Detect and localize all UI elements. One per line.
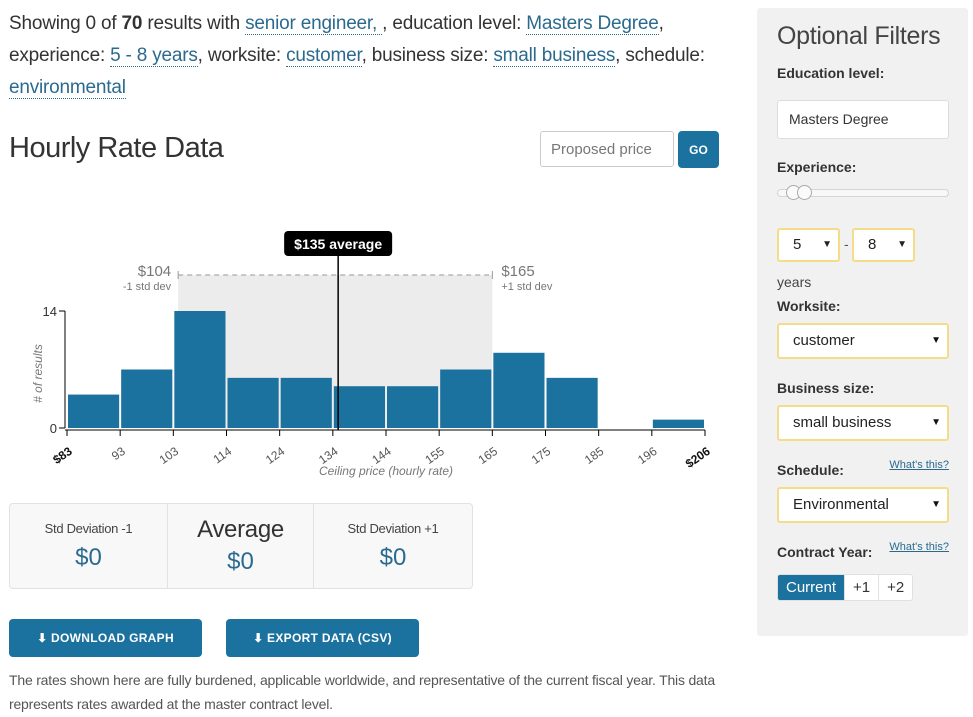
- optional-filters-sidebar: Optional Filters Education level: Master…: [757, 8, 968, 636]
- y-tick-label: 14: [43, 304, 57, 319]
- histogram-bar: [652, 419, 704, 428]
- experience-slider-max-handle[interactable]: [797, 185, 812, 200]
- stat-value: $0: [227, 548, 254, 575]
- sidebar-title: Optional Filters: [777, 22, 941, 50]
- x-tick-label: 165: [476, 444, 501, 467]
- schedule-select[interactable]: Environmental ▼: [777, 487, 949, 523]
- histogram-chart: $104 -1 std dev $165 +1 std dev 0 14 $83 9…: [31, 231, 713, 478]
- filter-link-business-size[interactable]: small business: [493, 45, 615, 67]
- worksite-label: Worksite:: [777, 298, 841, 314]
- filter-link-worksite[interactable]: customer: [286, 45, 362, 67]
- results-summary: Showing 0 of 70 results with senior engi…: [9, 13, 705, 99]
- experience-min-select[interactable]: 5 ▼: [777, 228, 840, 262]
- x-tick-label: 185: [582, 444, 607, 467]
- y-tick-label: 0: [50, 421, 57, 436]
- business-size-select[interactable]: small business ▼: [777, 405, 949, 441]
- contract-year-toggle: Current +1 +2: [777, 574, 914, 601]
- filter-link-education[interactable]: Masters Degree: [526, 13, 659, 35]
- contract-year-plus-1[interactable]: +1: [845, 575, 880, 600]
- results-total: 70: [121, 13, 143, 34]
- x-axis-label: Ceiling price (hourly rate): [319, 464, 453, 478]
- x-tick-label: 93: [109, 444, 128, 463]
- education-label: Education level:: [777, 65, 885, 81]
- average-badge-label: $135 average: [294, 236, 382, 252]
- contract-year-whats-this-link[interactable]: What's this?: [889, 541, 949, 553]
- contract-year-plus-2[interactable]: +2: [879, 575, 913, 600]
- chevron-down-icon: ▼: [931, 335, 941, 346]
- histogram-bar: [546, 377, 598, 428]
- download-graph-button[interactable]: ⬇ DOWNLOAD GRAPH: [9, 619, 202, 657]
- x-tick-label: 124: [263, 444, 288, 467]
- chevron-down-icon: ▼: [897, 239, 907, 250]
- filter-link-schedule[interactable]: environmental: [9, 77, 126, 99]
- worksite-select[interactable]: customer ▼: [777, 323, 949, 359]
- histogram-bar: [280, 377, 332, 428]
- filter-link-experience[interactable]: 5 - 8 years: [110, 45, 198, 67]
- chevron-down-icon: ▼: [931, 417, 941, 428]
- years-label: years: [777, 274, 812, 290]
- stat-value: $0: [75, 543, 102, 571]
- schedule-whats-this-link[interactable]: What's this?: [889, 459, 949, 471]
- business-size-label: Business size:: [777, 380, 875, 396]
- filter-link-query[interactable]: senior engineer,: [245, 13, 383, 35]
- histogram-bar: [493, 352, 545, 428]
- y-axis-label: # of results: [31, 344, 45, 403]
- x-tick-label: 196: [635, 444, 660, 467]
- x-tick-label: $83: [50, 444, 75, 467]
- histogram-bar: [333, 386, 385, 428]
- stat-value: $0: [379, 543, 407, 571]
- stats-panel: Std Deviation -1 $0 Average $0 Std Devia…: [9, 503, 473, 589]
- proposed-price-input[interactable]: [540, 131, 674, 167]
- go-button[interactable]: GO: [678, 131, 719, 168]
- chevron-down-icon: ▼: [822, 239, 832, 250]
- rates-note: The rates shown here are fully burdened,…: [9, 672, 715, 712]
- experience-range-separator: -: [844, 236, 849, 252]
- stat-average: Average $0: [168, 504, 314, 588]
- histogram-bar: [227, 377, 279, 428]
- x-tick-label: 175: [529, 444, 554, 467]
- minus-std-sublabel: -1 std dev: [123, 281, 172, 293]
- histogram-bar: [174, 311, 226, 428]
- histogram-bar: [68, 394, 120, 428]
- histogram-bar: [121, 369, 173, 428]
- x-tick-label: 103: [157, 444, 182, 467]
- chevron-down-icon: ▼: [931, 499, 941, 510]
- page-title: Hourly Rate Data: [9, 132, 224, 164]
- minus-std-label: $104: [138, 263, 171, 280]
- contract-year-current[interactable]: Current: [778, 575, 846, 600]
- histogram-bar: [387, 386, 439, 428]
- x-tick-label: $206: [683, 444, 713, 471]
- education-input[interactable]: Masters Degree: [777, 100, 949, 139]
- stat-minus-std: Std Deviation -1 $0: [10, 504, 168, 588]
- x-tick-label: 114: [211, 444, 235, 467]
- plus-std-sublabel: +1 std dev: [501, 281, 553, 293]
- plus-std-label: $165: [501, 263, 534, 280]
- contract-year-label: Contract Year:: [777, 544, 873, 560]
- schedule-label: Schedule:: [777, 462, 844, 478]
- experience-max-select[interactable]: 8 ▼: [852, 228, 915, 262]
- experience-label: Experience:: [777, 159, 857, 175]
- stat-plus-std: Std Deviation +1 $0: [347, 520, 439, 571]
- export-csv-button[interactable]: ⬇ EXPORT DATA (CSV): [226, 619, 419, 657]
- histogram-bar: [440, 369, 492, 428]
